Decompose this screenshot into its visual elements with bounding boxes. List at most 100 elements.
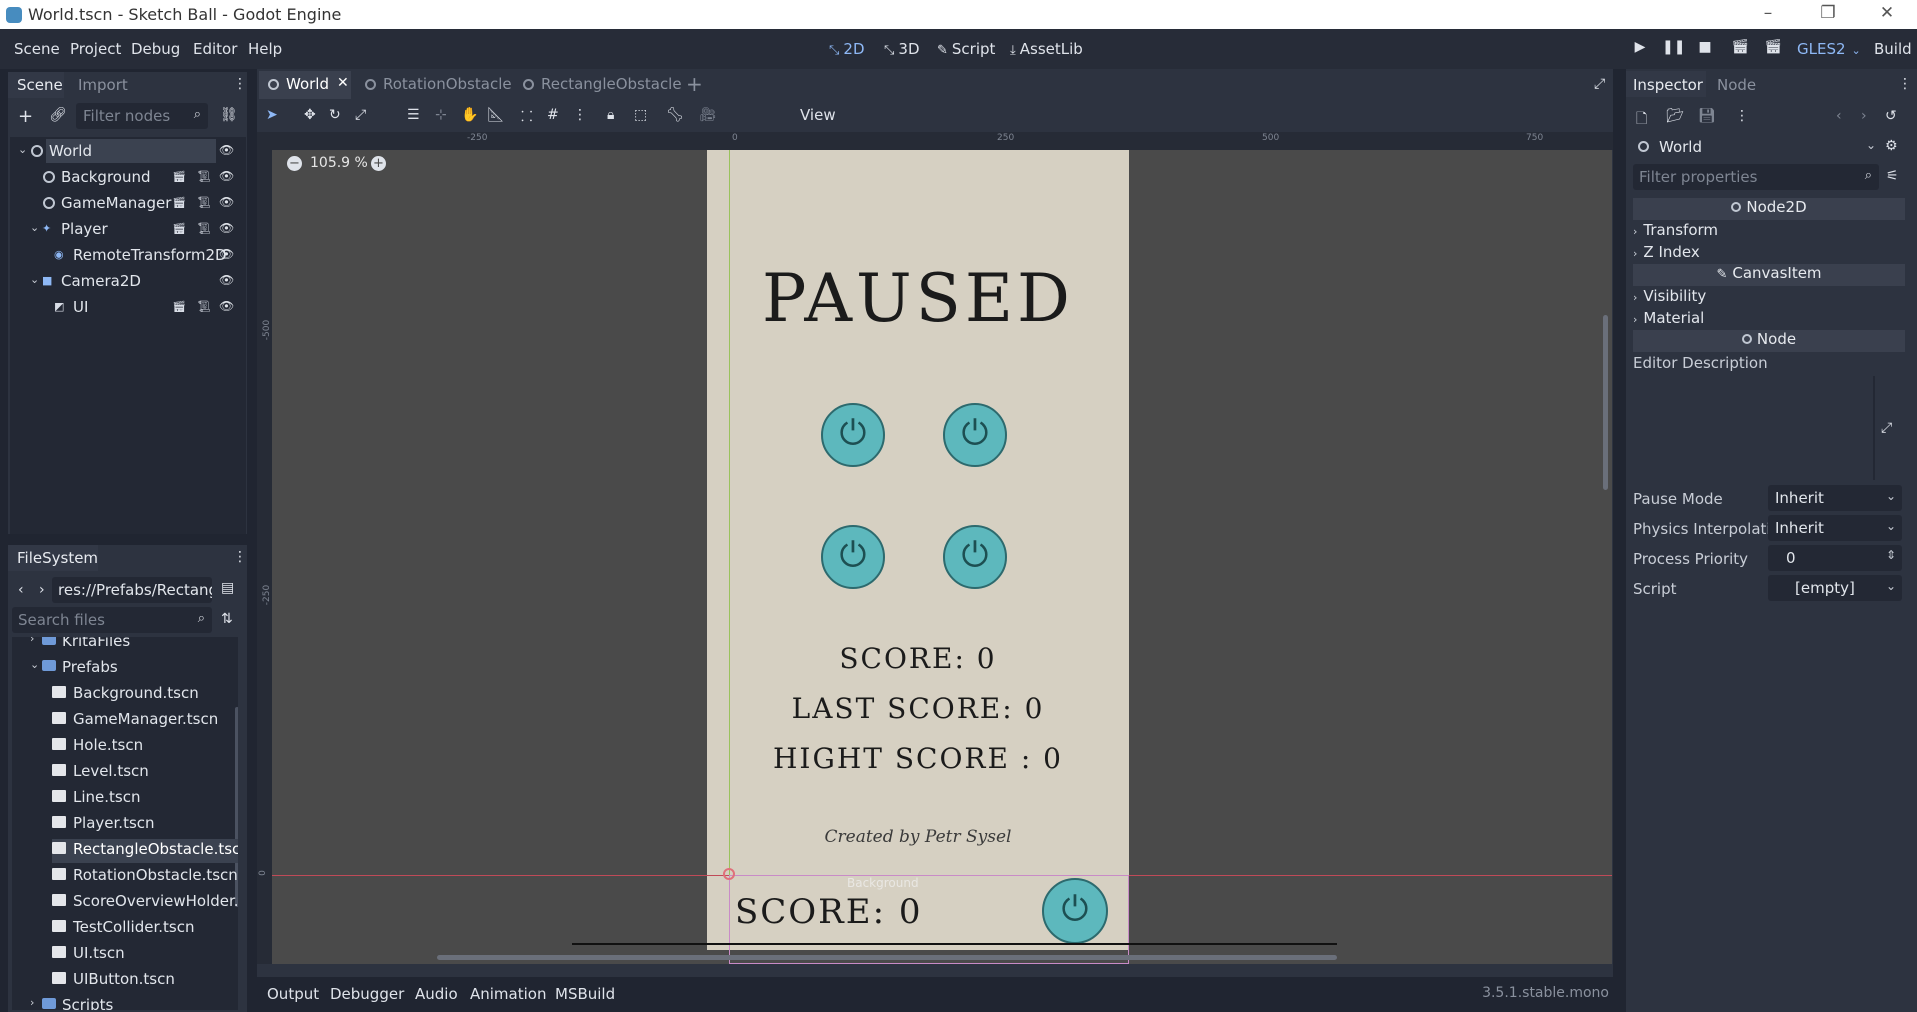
pause-mode-select[interactable]: Inherit ⌄ <box>1768 485 1902 511</box>
menu-scene[interactable]: Scene <box>14 40 60 58</box>
editor-tab-rectangleobstacle[interactable]: RectangleObstacle <box>517 71 682 99</box>
distraction-free-icon[interactable]: ⤢ <box>1594 76 1605 92</box>
menu-editor[interactable]: Editor <box>193 40 237 58</box>
stop-icon[interactable]: ■ <box>1694 39 1716 55</box>
spinner-icon[interactable]: ⇕ <box>1886 548 1896 562</box>
split-view-icon[interactable]: ▤ <box>221 580 234 596</box>
script-resource-picker[interactable]: [empty] ⌄ <box>1768 575 1902 601</box>
mode-3d-button[interactable]: ⤡ 3D <box>884 40 920 58</box>
visibility-eye-icon[interactable]: 👁︎ <box>219 143 234 158</box>
file-item[interactable]: Level.tscn <box>12 759 238 783</box>
visibility-eye-icon[interactable]: 👁︎ <box>219 273 234 288</box>
file-item[interactable]: Player.tscn <box>12 811 238 835</box>
group-icon[interactable]: ⬚ <box>634 107 647 123</box>
file-item[interactable]: ScoreOverviewHolder.t <box>12 889 238 913</box>
mode-2d-button[interactable]: ⤡ 2D <box>829 40 865 58</box>
zoom-level[interactable]: 105.9 % <box>310 155 368 171</box>
power-button[interactable]: ⏻ <box>943 525 1007 589</box>
pivot-icon[interactable]: ⊹ <box>435 107 447 123</box>
tab-inspector[interactable]: Inspector <box>1633 76 1703 94</box>
new-resource-icon[interactable]: 🗋︎ <box>1636 108 1647 132</box>
save-resource-icon[interactable]: 💾︎ <box>1698 108 1716 124</box>
tree-node-world[interactable]: ⌄ World 👁︎ <box>12 139 246 163</box>
smart-snap-icon[interactable]: ⸬ <box>521 107 533 126</box>
tab-animation[interactable]: Animation <box>470 985 546 1003</box>
history-forward-icon[interactable]: › <box>1861 108 1867 124</box>
filter-nodes-field[interactable]: Filter nodes ⌕ <box>76 103 208 129</box>
lock-icon[interactable]: 🔒︎ <box>607 107 614 123</box>
object-selector[interactable]: World ⌄ <box>1633 134 1881 160</box>
snap-options-icon[interactable]: ⋮ <box>573 107 587 123</box>
pause-icon[interactable]: ❚❚ <box>1662 39 1685 55</box>
build-button[interactable]: Build <box>1874 40 1912 58</box>
add-node-icon[interactable]: + <box>18 106 33 127</box>
instance-scene-icon[interactable]: ⛓︎ <box>220 107 238 123</box>
select-mode-icon[interactable]: ➤ <box>266 107 278 123</box>
mode-script-button[interactable]: ✎ Script <box>937 40 995 58</box>
history-back-icon[interactable]: ‹ <box>1836 108 1842 124</box>
power-button[interactable]: ⏻ <box>821 403 885 467</box>
scale-mode-icon[interactable]: ⤢ <box>355 107 366 123</box>
property-options-icon[interactable]: ⚟ <box>1886 168 1899 184</box>
pause-button[interactable]: ⏻ <box>1042 878 1108 944</box>
renderer-select[interactable]: GLES2 ⌄ <box>1797 40 1861 58</box>
editor-tab-world[interactable]: World ✕ <box>259 71 351 99</box>
vertical-scrollbar[interactable] <box>1603 315 1608 490</box>
file-item[interactable]: TestCollider.tscn <box>12 915 238 939</box>
group-material[interactable]: › Material <box>1633 309 1704 327</box>
back-arrow-icon[interactable]: ‹ <box>18 582 24 598</box>
tab-msbuild[interactable]: MSBuild <box>555 985 615 1003</box>
file-item[interactable]: RectangleObstacle.tsc <box>12 837 238 861</box>
power-button[interactable]: ⏻ <box>821 525 885 589</box>
rotate-mode-icon[interactable]: ↻ <box>329 107 341 123</box>
horizontal-scrollbar[interactable] <box>437 955 1337 960</box>
chevron-down-icon[interactable]: ⌄ <box>30 273 39 286</box>
chevron-right-icon[interactable]: › <box>30 637 34 645</box>
maximize-button[interactable]: ❐ <box>1813 3 1843 25</box>
file-item[interactable]: RotationObstacle.tscn <box>12 863 238 887</box>
visibility-eye-icon[interactable]: 👁︎ <box>219 221 234 236</box>
file-item-kritafiles[interactable]: › KritaFiles <box>12 637 238 653</box>
camera-override-icon[interactable]: 🎥︎ <box>699 107 717 123</box>
zoom-in-icon[interactable]: + <box>371 156 386 171</box>
visibility-eye-icon[interactable]: 👁︎ <box>219 247 234 262</box>
add-tab-icon[interactable]: + <box>686 72 703 96</box>
file-item[interactable]: Background.tscn <box>12 681 238 705</box>
physics-interpolation-select[interactable]: Inherit ⌄ <box>1768 515 1902 541</box>
play-custom-scene-icon[interactable]: 🎬︎ <box>1762 39 1784 55</box>
editor-tab-rotationobstacle[interactable]: RotationObstacle <box>356 71 512 99</box>
close-icon[interactable]: ✕ <box>337 75 349 91</box>
history-icon[interactable]: ↺ <box>1885 108 1897 124</box>
menu-help[interactable]: Help <box>248 40 282 58</box>
group-visibility[interactable]: › Visibility <box>1633 287 1706 305</box>
resource-menu-icon[interactable]: ⋮ <box>1735 108 1749 124</box>
minimize-button[interactable]: – <box>1753 3 1783 25</box>
scene-instance-icon[interactable]: 🎬︎ <box>172 300 186 313</box>
chevron-down-icon[interactable]: ⌄ <box>30 221 39 234</box>
visibility-eye-icon[interactable]: 👁︎ <box>219 299 234 314</box>
ruler-mode-icon[interactable]: 📐︎ <box>487 107 505 123</box>
scene-instance-icon[interactable]: 🎬︎ <box>172 222 186 235</box>
skeleton-icon[interactable]: 🦴︎ <box>666 107 684 123</box>
file-item[interactable]: Hole.tscn <box>12 733 238 757</box>
file-item[interactable]: Line.tscn <box>12 785 238 809</box>
view-menu[interactable]: View <box>800 106 836 124</box>
tree-node-camera2d[interactable]: ⌄ ■ Camera2D 👁︎ <box>12 269 246 293</box>
dock-menu-icon[interactable]: ⋮ <box>233 549 247 565</box>
script-icon[interactable]: 📜︎ <box>197 300 211 313</box>
scene-instance-icon[interactable]: 🎬︎ <box>172 170 186 183</box>
chevron-down-icon[interactable]: ⌄ <box>18 143 27 156</box>
chevron-down-icon[interactable]: ⌄ <box>30 658 39 671</box>
tab-scene[interactable]: Scene <box>17 76 63 94</box>
path-field[interactable]: res://Prefabs/Rectangl <box>52 577 212 603</box>
sort-icon[interactable]: ⇅ <box>221 611 233 627</box>
zoom-out-icon[interactable]: − <box>287 156 302 171</box>
dock-menu-icon[interactable]: ⋮ <box>1898 76 1912 92</box>
tree-node-gamemanager[interactable]: GameManager 🎬︎ 📜︎ 👁︎ <box>12 191 246 215</box>
object-properties-icon[interactable]: ⚙︎ <box>1885 138 1898 154</box>
tab-output[interactable]: Output <box>267 985 319 1003</box>
play-icon[interactable]: ▶ <box>1629 39 1651 55</box>
search-files-field[interactable]: Search files ⌕ <box>12 607 212 633</box>
tree-node-remotetransform2d[interactable]: ◉ RemoteTransform2D 👁︎ <box>12 243 246 267</box>
file-item[interactable]: UI.tscn <box>12 941 238 965</box>
